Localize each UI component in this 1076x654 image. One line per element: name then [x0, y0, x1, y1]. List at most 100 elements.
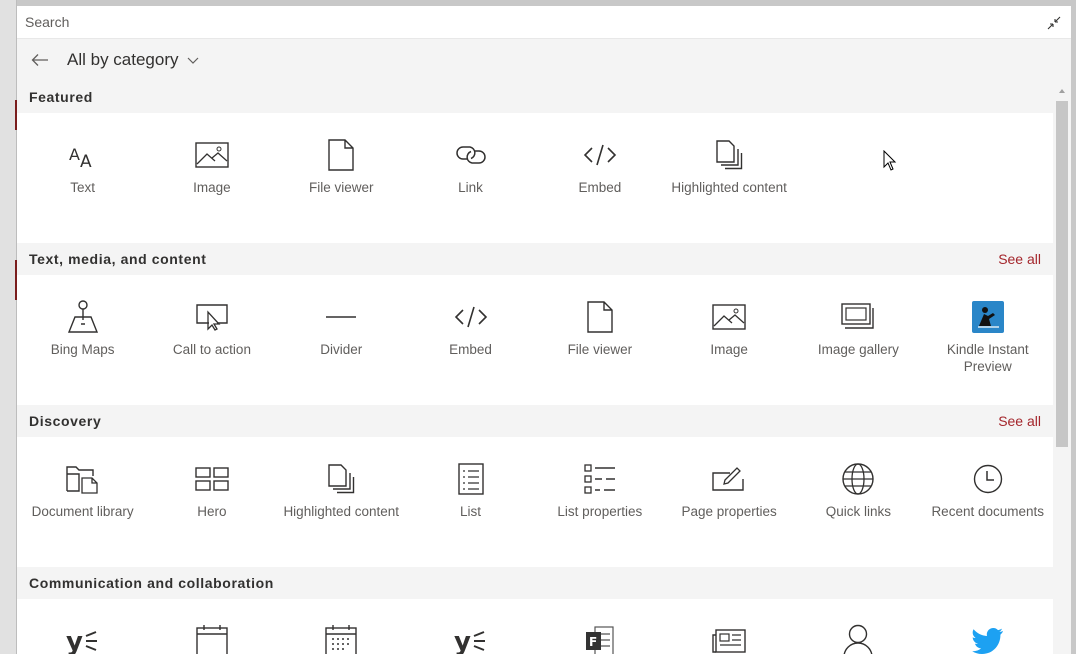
webpart-tile-link[interactable]: Link: [406, 113, 535, 243]
section-title: Featured: [29, 89, 93, 105]
webpart-tile[interactable]: y: [18, 599, 147, 654]
see-all-link[interactable]: See all: [998, 413, 1041, 429]
section-header-featured: Featured: [17, 81, 1053, 113]
webpart-tile-image-gallery[interactable]: Image gallery: [794, 275, 923, 405]
call-to-action-icon: [192, 297, 232, 337]
tile-label: Link: [458, 180, 483, 195]
search-bar: [17, 6, 1071, 39]
scroll-up-arrow-icon[interactable]: [1058, 87, 1066, 95]
globe-icon: [838, 459, 878, 499]
webpart-tile-list-properties[interactable]: List properties: [535, 437, 664, 567]
highlighted-content-icon: [709, 135, 749, 175]
section-title: Communication and collaboration: [29, 575, 274, 591]
tile-label: Bing Maps: [50, 342, 115, 357]
webpart-tile-highlighted-content[interactable]: Highlighted content: [664, 113, 793, 243]
search-input[interactable]: [25, 14, 1025, 30]
webpart-tile-embed[interactable]: Embed: [535, 113, 664, 243]
webpart-tile-hero[interactable]: Hero: [147, 437, 276, 567]
embed-icon: [451, 297, 491, 337]
webpart-tile[interactable]: [794, 599, 923, 654]
collapse-icon[interactable]: [1045, 14, 1063, 32]
tile-row-communication: y y F: [17, 599, 1053, 654]
category-dropdown[interactable]: All by category: [67, 50, 199, 70]
tile-label: Document library: [31, 504, 134, 519]
tile-label: List: [460, 504, 482, 519]
webpart-tile-bing-maps[interactable]: Bing Maps: [18, 275, 147, 405]
webpart-tile[interactable]: [147, 599, 276, 654]
tile-label: Highlighted content: [283, 504, 400, 519]
webpart-tile-quick-links[interactable]: Quick links: [794, 437, 923, 567]
webpart-tile[interactable]: [277, 599, 406, 654]
tile-label: Text: [70, 180, 96, 195]
tile-label: File viewer: [308, 180, 374, 195]
section-header-communication: Communication and collaboration: [17, 567, 1053, 599]
vertical-scrollbar[interactable]: [1053, 81, 1071, 654]
kindle-icon: [968, 297, 1008, 337]
svg-text:y: y: [66, 627, 83, 654]
file-icon: [580, 297, 620, 337]
document-library-icon: [63, 459, 103, 499]
svg-text:A: A: [80, 152, 92, 172]
tile-label: Quick links: [825, 504, 892, 519]
section-title: Discovery: [29, 413, 102, 429]
events-icon: [321, 621, 361, 654]
tile-label: Recent documents: [931, 504, 1044, 519]
category-label: All by category: [67, 50, 179, 69]
scrollbar-thumb[interactable]: [1056, 101, 1068, 447]
webpart-tile[interactable]: [664, 599, 793, 654]
image-gallery-icon: [838, 297, 878, 337]
divider-icon: [321, 297, 361, 337]
webpart-tile-document-library[interactable]: Document library: [18, 437, 147, 567]
page-properties-icon: [709, 459, 749, 499]
section-header-discovery: Discovery See all: [17, 405, 1053, 437]
webpart-tile[interactable]: y: [406, 599, 535, 654]
tile-label: Highlighted content: [671, 180, 787, 195]
webpart-tile-list[interactable]: List: [406, 437, 535, 567]
section-title: Text, media, and content: [29, 251, 207, 267]
twitter-icon: [968, 621, 1008, 654]
webpart-list: Featured AA Text Image File viewer Link …: [17, 81, 1053, 654]
file-icon: [321, 135, 361, 175]
map-pin-icon: [63, 297, 103, 337]
svg-text:F: F: [589, 635, 597, 649]
webpart-tile-highlighted-content[interactable]: Highlighted content: [277, 437, 406, 567]
tile-label: Hero: [197, 504, 227, 519]
tile-label: Kindle Instant Preview: [946, 342, 1029, 374]
webpart-tile-image[interactable]: Image: [664, 275, 793, 405]
tile-label: Embed: [449, 342, 492, 357]
webpart-tile-text[interactable]: AA Text: [18, 113, 147, 243]
section-header-text-media: Text, media, and content See all: [17, 243, 1053, 275]
tile-row-featured: AA Text Image File viewer Link Embed Hig…: [17, 113, 1053, 243]
webpart-tile-file-viewer[interactable]: File viewer: [535, 275, 664, 405]
webpart-tile-file-viewer[interactable]: File viewer: [277, 113, 406, 243]
image-icon: [192, 135, 232, 175]
see-all-link[interactable]: See all: [998, 251, 1041, 267]
tile-label: Call to action: [172, 342, 251, 357]
webpart-tile-divider[interactable]: Divider: [277, 275, 406, 405]
tile-label: Page properties: [681, 504, 777, 519]
back-arrow-icon[interactable]: [29, 49, 51, 71]
webpart-tile-kindle-instant-preview[interactable]: Kindle Instant Preview: [923, 275, 1052, 405]
clock-icon: [968, 459, 1008, 499]
tile-label: File viewer: [567, 342, 633, 357]
webpart-tile-embed[interactable]: Embed: [406, 275, 535, 405]
news-icon: [709, 621, 749, 654]
webpart-toolbox-panel: All by category Featured AA Text Image: [17, 6, 1071, 654]
text-icon: AA: [63, 135, 103, 175]
webpart-tile-image[interactable]: Image: [147, 113, 276, 243]
yammer-icon: y: [63, 621, 103, 654]
webpart-tile[interactable]: [923, 599, 1052, 654]
embed-icon: [580, 135, 620, 175]
chevron-down-icon: [187, 57, 198, 64]
webpart-tile-page-properties[interactable]: Page properties: [664, 437, 793, 567]
webpart-tile-call-to-action[interactable]: Call to action: [147, 275, 276, 405]
tile-label: Image: [710, 342, 748, 357]
person-icon: [838, 621, 878, 654]
background-page-edge: [0, 0, 17, 654]
tile-label: List properties: [557, 504, 643, 519]
highlighted-content-icon: [321, 459, 361, 499]
webpart-tile[interactable]: F: [535, 599, 664, 654]
hero-icon: [192, 459, 232, 499]
calendar-icon: [192, 621, 232, 654]
webpart-tile-recent-documents[interactable]: Recent documents: [923, 437, 1052, 567]
